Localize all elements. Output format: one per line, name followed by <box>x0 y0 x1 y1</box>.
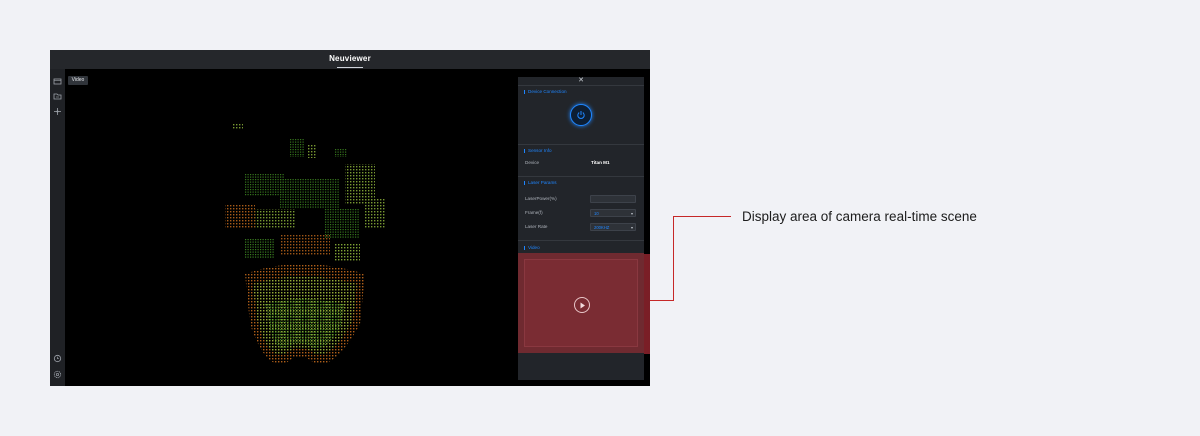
point-cloud-image <box>225 124 385 364</box>
laser-rate-select[interactable]: 200KHZ ▾ <box>590 223 636 231</box>
section-title-device-connection: Device Connection <box>524 89 567 95</box>
section-title-laser-params: Laser Params <box>524 180 557 186</box>
highlight-overlay <box>644 254 650 354</box>
callout-label: Display area of camera real-time scene <box>742 209 977 224</box>
chevron-down-icon: ▾ <box>630 225 633 230</box>
video-frame <box>524 259 638 347</box>
divider <box>518 85 644 86</box>
divider <box>518 240 644 241</box>
frame-value: 10 <box>594 211 599 216</box>
left-toolbar <box>50 69 65 386</box>
play-icon <box>580 302 585 309</box>
folder-open-icon[interactable] <box>53 92 62 101</box>
point-cloud-viewport[interactable] <box>65 69 518 386</box>
callout-line <box>650 300 674 301</box>
power-button[interactable] <box>570 104 592 126</box>
frame-label: Frame(f) <box>525 210 543 215</box>
callout-line <box>673 216 674 301</box>
divider <box>518 144 644 145</box>
title-underline <box>337 67 363 68</box>
laser-rate-label: Laser Rate <box>525 224 548 229</box>
move-icon[interactable] <box>53 107 62 116</box>
callout-line <box>673 216 731 217</box>
power-icon <box>577 111 585 119</box>
camera-video-area[interactable] <box>518 253 644 353</box>
section-title-sensor-info: Sensor Info <box>524 148 552 154</box>
section-title-video: Video <box>524 245 540 251</box>
frame-select[interactable]: 10 ▾ <box>590 209 636 217</box>
control-panel: ✕ Device Connection Sensor Info Device T… <box>518 77 644 380</box>
video-tab[interactable]: Video <box>68 76 88 85</box>
laser-power-input[interactable] <box>590 195 636 203</box>
folder-icon[interactable] <box>53 77 62 86</box>
laser-power-label: LaserPower(%) <box>525 196 557 201</box>
device-value: Titan M1 <box>591 160 610 165</box>
settings-icon[interactable] <box>53 370 62 379</box>
clock-icon[interactable] <box>53 354 62 363</box>
play-button[interactable] <box>574 297 590 313</box>
title-bar: Neuviewer <box>50 50 650 69</box>
app-title: Neuviewer <box>329 54 371 63</box>
divider <box>518 176 644 177</box>
neuviewer-window: Neuviewer Video ✕ Device Connection Sens… <box>50 50 650 386</box>
laser-rate-value: 200KHZ <box>594 225 610 230</box>
chevron-down-icon: ▾ <box>630 211 633 216</box>
device-label: Device <box>525 160 540 165</box>
close-icon[interactable]: ✕ <box>575 77 587 85</box>
